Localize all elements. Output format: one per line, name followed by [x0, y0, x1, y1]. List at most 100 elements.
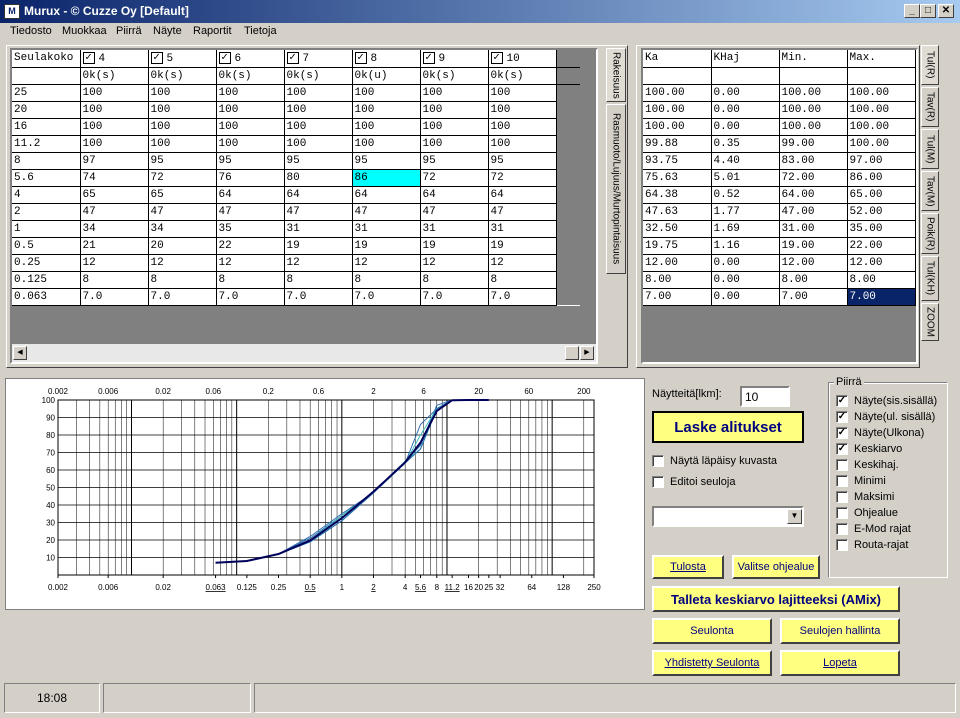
- column-checkbox[interactable]: ✓: [218, 51, 231, 64]
- horizontal-scrollbar[interactable]: ◀ ▶: [12, 344, 596, 362]
- piirra-checkbox[interactable]: [836, 523, 848, 536]
- piirra-checkbox[interactable]: [836, 459, 848, 472]
- menu-tiedosto[interactable]: Tiedosto: [10, 25, 52, 37]
- pass-value-cell[interactable]: 100: [80, 135, 149, 153]
- nayta-lapaisy-row[interactable]: Näytä läpäisy kuvasta: [652, 455, 777, 468]
- stats-cell[interactable]: 7.00: [847, 288, 916, 306]
- tab-tavm[interactable]: Tav(M): [921, 171, 939, 211]
- pass-value-cell[interactable]: 72: [420, 169, 489, 187]
- pass-value-cell[interactable]: 100: [216, 84, 285, 102]
- pass-value-cell[interactable]: 22: [216, 237, 285, 255]
- tab-tulm[interactable]: Tul(M): [921, 129, 939, 169]
- scroll-thumb[interactable]: [565, 346, 579, 360]
- tab-tulkh[interactable]: Tul(KH): [921, 256, 939, 301]
- ohjealue-dropdown[interactable]: ▼: [652, 506, 804, 527]
- column-header[interactable]: ✓ 7: [284, 50, 353, 68]
- column-checkbox[interactable]: ✓: [490, 51, 503, 64]
- talleta-button[interactable]: Talleta keskiarvo lajitteeksi (AMix): [652, 586, 900, 612]
- pass-value-cell[interactable]: 100: [216, 135, 285, 153]
- editoi-seuloja-row[interactable]: Editoi seuloja: [652, 476, 735, 489]
- pass-value-cell[interactable]: 100: [216, 118, 285, 136]
- pass-value-cell[interactable]: 8: [148, 271, 217, 289]
- stats-cell[interactable]: 7.00: [643, 288, 712, 306]
- pass-value-cell[interactable]: 100: [148, 84, 217, 102]
- pass-value-cell[interactable]: 64: [284, 186, 353, 204]
- pass-value-cell[interactable]: 20: [148, 237, 217, 255]
- pass-value-cell[interactable]: 76: [216, 169, 285, 187]
- pass-value-cell[interactable]: 47: [352, 203, 421, 221]
- column-header[interactable]: ✓ 9: [420, 50, 489, 68]
- stats-cell[interactable]: 12.00: [847, 254, 916, 272]
- pass-value-cell[interactable]: 95: [420, 152, 489, 170]
- stats-cell[interactable]: 65.00: [847, 186, 916, 204]
- piirra-item[interactable]: Ohjealue: [836, 507, 898, 520]
- stats-cell[interactable]: 19.00: [779, 237, 848, 255]
- column-checkbox[interactable]: ✓: [286, 51, 299, 64]
- piirra-item[interactable]: E-Mod rajat: [836, 523, 911, 536]
- pass-value-cell[interactable]: 100: [488, 84, 557, 102]
- pass-value-cell[interactable]: 19: [420, 237, 489, 255]
- pass-value-cell[interactable]: 72: [488, 169, 557, 187]
- stats-cell[interactable]: 0.00: [711, 288, 780, 306]
- stats-cell[interactable]: 100.00: [847, 118, 916, 136]
- pass-value-cell[interactable]: 47: [284, 203, 353, 221]
- valitse-ohjealue-button[interactable]: Valitse ohjealue: [732, 555, 820, 579]
- stats-cell[interactable]: 100.00: [643, 118, 712, 136]
- column-header[interactable]: ✓ 6: [216, 50, 285, 68]
- pass-value-cell[interactable]: 65: [80, 186, 149, 204]
- pass-value-cell[interactable]: 47: [80, 203, 149, 221]
- pass-value-cell[interactable]: 100: [420, 135, 489, 153]
- piirra-item[interactable]: ✓ Näyte(ul. sisällä): [836, 411, 935, 424]
- stats-cell[interactable]: 52.00: [847, 203, 916, 221]
- piirra-item[interactable]: Keskihaj.: [836, 459, 899, 472]
- pass-value-cell[interactable]: 47: [148, 203, 217, 221]
- pass-value-cell[interactable]: 12: [148, 254, 217, 272]
- pass-value-cell[interactable]: 100: [80, 101, 149, 119]
- lopeta-button[interactable]: Lopeta: [780, 650, 900, 676]
- column-header[interactable]: ✓ 8: [352, 50, 421, 68]
- stats-cell[interactable]: 47.63: [643, 203, 712, 221]
- pass-value-cell[interactable]: 12: [352, 254, 421, 272]
- piirra-checkbox[interactable]: [836, 475, 848, 488]
- pass-value-cell[interactable]: 8: [420, 271, 489, 289]
- pass-value-cell[interactable]: 47: [420, 203, 489, 221]
- seulonta-button[interactable]: Seulonta: [652, 618, 772, 644]
- pass-value-cell[interactable]: 100: [284, 101, 353, 119]
- pass-value-cell[interactable]: 12: [80, 254, 149, 272]
- column-header[interactable]: ✓ 10: [488, 50, 557, 68]
- piirra-item[interactable]: Minimi: [836, 475, 886, 488]
- menu-piirra[interactable]: Piirrä: [116, 25, 142, 37]
- pass-value-cell[interactable]: 35: [216, 220, 285, 238]
- pass-value-cell[interactable]: 7.0: [80, 288, 149, 306]
- pass-value-cell[interactable]: 100: [420, 118, 489, 136]
- minimize-button[interactable]: _: [904, 4, 920, 18]
- pass-value-cell[interactable]: 8: [488, 271, 557, 289]
- piirra-checkbox[interactable]: ✓: [836, 411, 848, 424]
- pass-value-cell[interactable]: 7.0: [420, 288, 489, 306]
- pass-value-cell[interactable]: 19: [488, 237, 557, 255]
- pass-value-cell[interactable]: 100: [488, 118, 557, 136]
- tab-tavr[interactable]: Tav(R): [921, 87, 939, 127]
- stats-cell[interactable]: 32.50: [643, 220, 712, 238]
- pass-value-cell[interactable]: 47: [216, 203, 285, 221]
- stats-cell[interactable]: 64.00: [779, 186, 848, 204]
- pass-value-cell[interactable]: 100: [80, 118, 149, 136]
- pass-value-cell[interactable]: 7.0: [216, 288, 285, 306]
- pass-value-cell[interactable]: 100: [284, 118, 353, 136]
- chevron-down-icon[interactable]: ▼: [787, 509, 802, 524]
- pass-value-cell[interactable]: 100: [488, 135, 557, 153]
- piirra-checkbox[interactable]: [836, 539, 848, 552]
- pass-value-cell[interactable]: 72: [148, 169, 217, 187]
- piirra-item[interactable]: ✓ Näyte(Ulkona): [836, 427, 924, 440]
- piirra-checkbox[interactable]: ✓: [836, 395, 848, 408]
- tab-rakeisuus[interactable]: Rakeisuus: [606, 48, 626, 102]
- pass-value-cell[interactable]: 95: [216, 152, 285, 170]
- pass-value-cell[interactable]: 100: [352, 118, 421, 136]
- piirra-checkbox[interactable]: ✓: [836, 443, 848, 456]
- pass-value-cell[interactable]: 100: [352, 135, 421, 153]
- maximize-button[interactable]: □: [920, 4, 936, 18]
- stats-cell[interactable]: 100.00: [847, 84, 916, 102]
- pass-value-cell[interactable]: 7.0: [148, 288, 217, 306]
- pass-value-cell[interactable]: 64: [488, 186, 557, 204]
- pass-value-cell[interactable]: 7.0: [488, 288, 557, 306]
